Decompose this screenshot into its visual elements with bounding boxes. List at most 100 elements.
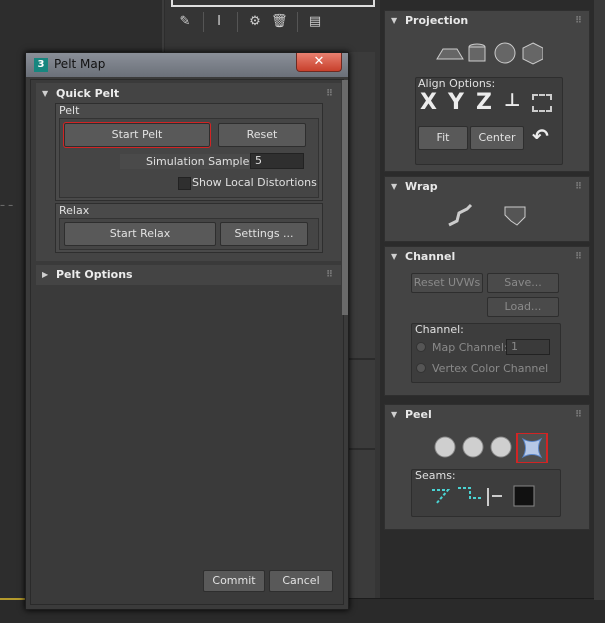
settings-button[interactable]: Settings ... xyxy=(220,222,308,246)
point-to-point-seam-icon[interactable] xyxy=(458,487,482,499)
collapse-arrow-icon: ▼ xyxy=(391,182,398,191)
grip-icon: ⠿ xyxy=(574,182,582,192)
pelt-group-inner: Start Pelt Reset Simulation Samples: 5 S… xyxy=(59,118,319,198)
edge-to-seam-icon[interactable] xyxy=(432,489,451,505)
quick-peel-icon[interactable] xyxy=(434,436,456,458)
center-button[interactable]: Center xyxy=(470,126,524,150)
crosshair-icon: – – xyxy=(0,200,14,211)
vertex-color-label: Vertex Color Channel xyxy=(432,362,549,375)
map-channel-radio[interactable] xyxy=(416,342,426,352)
pelt-group: Pelt Start Pelt Reset Simulation Samples… xyxy=(55,103,323,201)
grip-icon: ⠿ xyxy=(325,89,333,99)
align-x-button[interactable]: X xyxy=(420,90,437,115)
quick-pelt-section: ▼ Quick Pelt ⠿ Pelt Start Pelt Reset Sim… xyxy=(36,83,341,261)
relax-group-label: Relax xyxy=(59,204,90,217)
pin-icon[interactable]: ✎ xyxy=(177,14,193,30)
cylindrical-icon-body xyxy=(468,46,486,62)
quick-pelt-header[interactable]: ▼ Quick Pelt ⠿ xyxy=(36,83,341,105)
projection-header[interactable]: ▼ Projection ⠿ xyxy=(385,11,589,31)
peel-mode-icon[interactable] xyxy=(462,436,484,458)
grip-icon: ⠿ xyxy=(325,270,333,280)
save-button[interactable]: Save... xyxy=(487,273,559,293)
seams-label: Seams: xyxy=(415,469,456,482)
start-relax-button[interactable]: Start Relax xyxy=(64,222,216,246)
cancel-button[interactable]: Cancel xyxy=(269,570,333,592)
reset-peel-icon[interactable] xyxy=(490,436,512,458)
start-pelt-button[interactable]: Start Pelt xyxy=(63,122,211,148)
collapse-arrow-icon: ▼ xyxy=(391,410,398,419)
modifier-stack-list[interactable] xyxy=(171,0,375,7)
spherical-icon[interactable] xyxy=(494,42,516,64)
align-z-button[interactable]: Z xyxy=(476,90,492,115)
spline-icon[interactable] xyxy=(448,203,473,227)
collapse-arrow-icon: ▼ xyxy=(391,16,398,25)
convert-seam-icon[interactable] xyxy=(487,488,502,506)
app-icon: 3 xyxy=(34,58,48,72)
toolbar-separator xyxy=(297,12,298,32)
map-channel-label: Map Channel: xyxy=(432,341,508,354)
pelt-map-icon xyxy=(521,437,543,459)
align-view-icon[interactable] xyxy=(532,94,552,112)
pelt-group-label: Pelt xyxy=(59,104,80,117)
vertex-color-radio[interactable] xyxy=(416,363,426,373)
grip-icon: ⠿ xyxy=(574,16,582,26)
wrap-rollout: ▼ Wrap ⠿ xyxy=(384,176,590,242)
fit-button[interactable]: Fit xyxy=(418,126,468,150)
config-icon[interactable]: ▤ xyxy=(307,14,323,30)
commit-button[interactable]: Commit xyxy=(203,570,265,592)
align-y-button[interactable]: Y xyxy=(448,90,464,115)
channel-group-label: Channel: xyxy=(415,323,464,336)
collapse-arrow-icon: ▼ xyxy=(391,252,398,261)
peel-title: Peel xyxy=(405,408,432,421)
wrap-icons xyxy=(448,203,526,227)
map-channel-spinner[interactable]: 1 xyxy=(506,339,550,355)
reset-button[interactable]: Reset xyxy=(218,123,306,147)
box-icon[interactable] xyxy=(522,42,543,65)
expand-arrow-icon: ▶ xyxy=(42,270,49,279)
flask-icon[interactable]: Ⅰ xyxy=(211,14,227,30)
relax-group: Relax Start Relax Settings ... xyxy=(55,203,323,253)
toolbar-separator xyxy=(237,12,238,32)
projection-rollout: ▼ Projection ⠿ Align Options: X Y Z ⊥ Fi… xyxy=(384,10,590,172)
simulation-samples-value: 5 xyxy=(255,154,262,167)
trash-icon[interactable]: 🗑 xyxy=(271,14,288,30)
seam-grid-icon[interactable] xyxy=(513,485,535,507)
grip-icon: ⠿ xyxy=(574,252,582,262)
pelt-options-title: Pelt Options xyxy=(56,268,133,281)
wrap-title: Wrap xyxy=(405,180,438,193)
load-button[interactable]: Load... xyxy=(487,297,559,317)
channel-rollout: ▼ Channel ⠿ Reset UVWs Save... Load... C… xyxy=(384,246,590,396)
simulation-samples-spinner[interactable]: 5 xyxy=(250,153,304,169)
planar-icon[interactable] xyxy=(436,48,464,60)
modifier-toolbar: ✎ Ⅰ ⚙ 🗑 ▤ xyxy=(165,0,380,40)
align-options-label: Align Options: xyxy=(418,77,496,90)
projection-title: Projection xyxy=(405,14,469,27)
panel-scrollbar[interactable] xyxy=(594,0,605,600)
seam-tools xyxy=(432,485,535,507)
relax-group-inner: Start Relax Settings ... xyxy=(59,218,319,250)
dialog-title-bar[interactable]: 3 Pelt Map ✕ xyxy=(26,53,348,77)
dialog-scrollbar[interactable] xyxy=(342,80,348,315)
peel-header[interactable]: ▼ Peel ⠿ xyxy=(385,405,589,425)
seams-group: Seams: xyxy=(411,469,561,517)
pelt-map-dialog: 3 Pelt Map ✕ ▼ Quick Pelt ⠿ Pelt Start P… xyxy=(25,52,349,610)
peel-rollout: ▼ Peel ⠿ Seams: xyxy=(384,404,590,530)
align-normal-icon[interactable]: ⊥ xyxy=(504,90,520,111)
modifier-icon[interactable]: ⚙ xyxy=(247,14,263,30)
wrap-header[interactable]: ▼ Wrap ⠿ xyxy=(385,177,589,197)
show-local-distortions-checkbox[interactable] xyxy=(178,177,191,190)
reset-uvws-button[interactable]: Reset UVWs xyxy=(411,273,483,293)
channel-header[interactable]: ▼ Channel ⠿ xyxy=(385,247,589,267)
pelt-options-header[interactable]: ▶ Pelt Options ⠿ xyxy=(36,265,341,285)
peel-tools xyxy=(434,433,548,463)
unwrap-icon[interactable] xyxy=(504,206,526,226)
close-button[interactable]: ✕ xyxy=(296,53,342,72)
grip-icon: ⠿ xyxy=(574,410,582,420)
map-channel-value: 1 xyxy=(511,340,518,353)
dialog-body: ▼ Quick Pelt ⠿ Pelt Start Pelt Reset Sim… xyxy=(30,79,348,605)
toolbar-separator xyxy=(203,12,204,32)
pelt-options-section: ▶ Pelt Options ⠿ xyxy=(36,265,341,285)
undo-icon[interactable]: ↶ xyxy=(532,124,549,148)
dialog-title: Pelt Map xyxy=(54,57,106,71)
show-local-distortions-label: Show Local Distortions xyxy=(192,176,317,189)
